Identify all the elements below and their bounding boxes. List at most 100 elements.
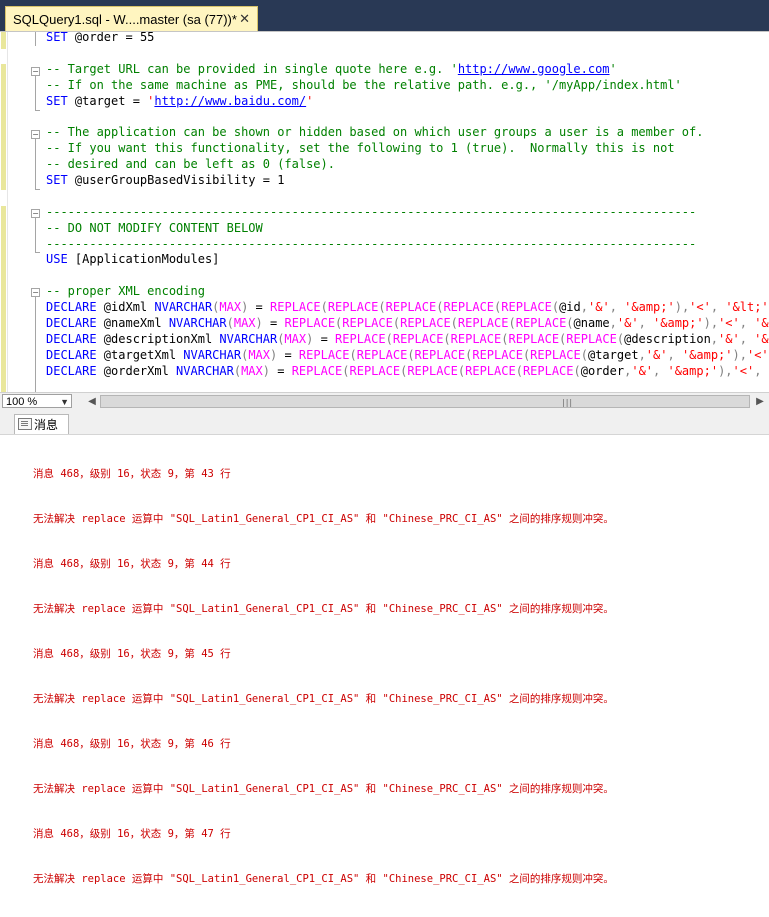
code-token: REPLACE bbox=[335, 332, 386, 346]
code-token: ( bbox=[378, 300, 385, 314]
code-token: REPLACE bbox=[342, 316, 393, 330]
code-token: = bbox=[277, 348, 299, 362]
code-token: NVARCHAR bbox=[176, 364, 234, 378]
scroll-right-icon[interactable]: ▶ bbox=[753, 394, 767, 409]
query-tab-title: SQLQuery1.sql - W....master (sa (77))* bbox=[13, 12, 237, 27]
code-line bbox=[46, 189, 769, 205]
code-token: '&' bbox=[646, 348, 668, 362]
code-token: = bbox=[270, 364, 292, 378]
code-token: REPLACE bbox=[393, 332, 444, 346]
results-pane: 消息 消息 468，级别 16，状态 9，第 43 行 无法解决 replace… bbox=[0, 409, 769, 629]
code-token: ----------------------------------------… bbox=[46, 237, 696, 251]
code-token: [ApplicationModules] bbox=[75, 252, 220, 266]
code-line: -- Target URL can be provided in single … bbox=[46, 62, 769, 78]
code-token: @orderXml bbox=[104, 364, 176, 378]
results-tab-strip: 消息 bbox=[0, 409, 769, 435]
code-token: REPLACE bbox=[451, 332, 502, 346]
code-token: -- DO NOT MODIFY CONTENT BELOW bbox=[46, 221, 263, 235]
code-line: -- If on the same machine as PME, should… bbox=[46, 78, 769, 94]
code-token: , bbox=[610, 316, 617, 330]
code-token: @userGroupBasedVisibility bbox=[75, 173, 256, 187]
scroll-left-icon[interactable]: ◀ bbox=[85, 394, 99, 409]
code-line: -- desired and can be left as 0 (false). bbox=[46, 157, 769, 173]
code-line: SET @target = 'http://www.baidu.com/' bbox=[46, 94, 769, 110]
code-token: '<' bbox=[718, 316, 740, 330]
code-token: REPLACE bbox=[566, 332, 617, 346]
horizontal-scrollbar[interactable]: ◀ ||| ▶ bbox=[85, 394, 769, 409]
messages-tab[interactable]: 消息 bbox=[14, 414, 69, 434]
code-token: '<' bbox=[747, 348, 769, 362]
code-token: , bbox=[667, 348, 681, 362]
grip-icon: ||| bbox=[562, 398, 573, 407]
code-token: SET bbox=[46, 173, 75, 187]
outlining-margin: − − − − bbox=[31, 32, 40, 393]
code-line: DECLARE @idXml NVARCHAR(MAX) = REPLACE(R… bbox=[46, 300, 769, 316]
code-token: DECLARE bbox=[46, 316, 104, 330]
outline-line bbox=[35, 76, 36, 110]
code-token: '&amp bbox=[754, 332, 769, 346]
code-token: @targetXml bbox=[104, 348, 183, 362]
ssms-window: SQLQuery1.sql - W....master (sa (77))* ✕… bbox=[0, 0, 769, 629]
code-token: SET bbox=[46, 94, 75, 108]
code-token: ), bbox=[675, 300, 689, 314]
messages-tab-label: 消息 bbox=[34, 418, 58, 432]
outline-end bbox=[35, 252, 40, 253]
code-token: '<' bbox=[689, 300, 711, 314]
code-token: '&' bbox=[588, 300, 610, 314]
code-token: ) bbox=[256, 316, 263, 330]
code-line bbox=[46, 109, 769, 125]
change-marker bbox=[1, 127, 6, 190]
code-token: ( bbox=[386, 332, 393, 346]
code-token: = 55 bbox=[118, 31, 154, 44]
code-token: '&amp;' bbox=[653, 316, 704, 330]
zoom-value: 100 % bbox=[6, 396, 37, 408]
collapse-icon[interactable]: − bbox=[31, 288, 40, 297]
code-token: = bbox=[248, 300, 270, 314]
code-token: , bbox=[711, 332, 718, 346]
code-token: ( bbox=[566, 316, 573, 330]
message-line: 消息 468，级别 16，状态 9，第 46 行 bbox=[33, 737, 614, 752]
code-token: -- The application can be shown or hidde… bbox=[46, 125, 703, 139]
code-token: @order bbox=[581, 364, 624, 378]
zoom-dropdown[interactable]: 100 % ▼ bbox=[2, 394, 72, 408]
document-tab-strip: SQLQuery1.sql - W....master (sa (77))* ✕ bbox=[0, 0, 769, 31]
scrollbar-thumb[interactable]: ||| bbox=[100, 395, 750, 408]
query-editor[interactable]: − − − − SET @order = 55 -- Target URL can… bbox=[0, 31, 769, 393]
collapse-icon[interactable]: − bbox=[31, 209, 40, 218]
code-token: REPLACE bbox=[458, 316, 509, 330]
code-token: DECLARE bbox=[46, 332, 104, 346]
code-token: http://www.google.com bbox=[458, 62, 610, 76]
code-token: NVARCHAR bbox=[169, 316, 227, 330]
collapse-icon[interactable]: − bbox=[31, 130, 40, 139]
code-token: DECLARE bbox=[46, 348, 104, 362]
code-token: REPLACE bbox=[415, 348, 466, 362]
code-token: ( bbox=[552, 300, 559, 314]
code-token: -- Target URL can be provided in single … bbox=[46, 62, 458, 76]
code-token: -- If on the same machine as PME, should… bbox=[46, 78, 682, 92]
code-token: @id bbox=[559, 300, 581, 314]
query-tab[interactable]: SQLQuery1.sql - W....master (sa (77))* ✕ bbox=[5, 6, 258, 31]
code-token: @order bbox=[75, 31, 118, 44]
code-token: , bbox=[639, 316, 653, 330]
code-token: = bbox=[125, 94, 147, 108]
code-token: , bbox=[610, 300, 624, 314]
close-icon[interactable]: ✕ bbox=[239, 11, 250, 26]
code-token: @target bbox=[75, 94, 126, 108]
code-token: REPLACE bbox=[523, 364, 574, 378]
code-token: REPLACE bbox=[328, 300, 379, 314]
code-token: MAX bbox=[241, 364, 263, 378]
code-token: ----------------------------------------… bbox=[46, 205, 696, 219]
code-token: ) bbox=[263, 364, 270, 378]
code-token: '&amp;' bbox=[624, 300, 675, 314]
change-marker bbox=[1, 206, 6, 393]
code-token: ' bbox=[610, 62, 617, 76]
change-marker bbox=[1, 64, 6, 127]
code-token: ( bbox=[342, 364, 349, 378]
code-token: -- proper XML encoding bbox=[46, 284, 205, 298]
sql-code[interactable]: SET @order = 55 -- Target URL can be prov… bbox=[46, 31, 769, 380]
code-token: MAX bbox=[219, 300, 241, 314]
code-token: -- If you want this functionality, set t… bbox=[46, 141, 675, 155]
collapse-icon[interactable]: − bbox=[31, 67, 40, 76]
message-line: 无法解决 replace 运算中 "SQL_Latin1_General_CP1… bbox=[33, 782, 614, 797]
code-token: '&' bbox=[617, 316, 639, 330]
